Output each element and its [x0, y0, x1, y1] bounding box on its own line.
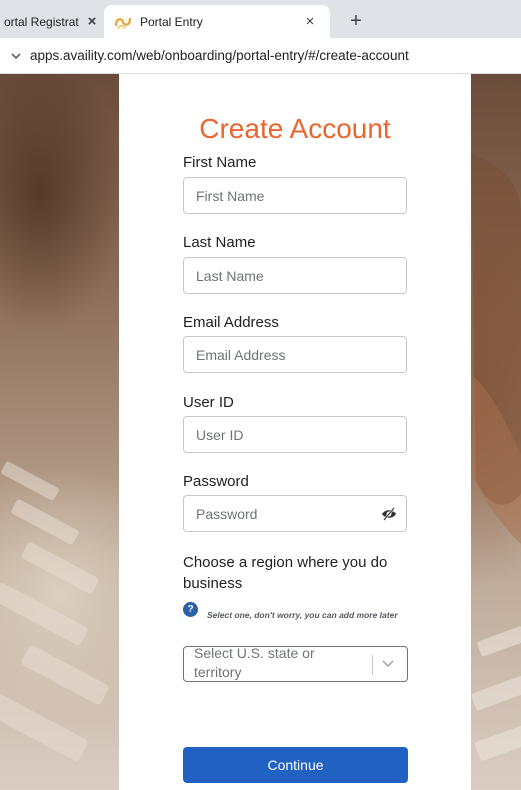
select-divider: [372, 655, 373, 675]
page-background: Create Account First Name Last Name Emai…: [0, 74, 521, 790]
first-name-field[interactable]: [183, 177, 407, 214]
browser-tab-bar: ortal Registrat × Portal Entry × +: [0, 0, 521, 38]
user-id-field[interactable]: [183, 416, 407, 453]
first-name-label: First Name: [183, 154, 257, 171]
user-id-input[interactable]: [184, 417, 406, 452]
chevron-down-icon[interactable]: [381, 659, 395, 669]
chevron-down-icon[interactable]: [10, 50, 22, 62]
region-label: Choose a region where you do business: [183, 554, 388, 592]
eye-slash-icon[interactable]: [381, 507, 397, 521]
first-name-input[interactable]: [184, 178, 406, 213]
last-name-label: Last Name: [183, 234, 256, 251]
region-select-placeholder: Select U.S. state or territory: [194, 646, 315, 680]
page-title: Create Account: [199, 112, 391, 144]
tab-title: ortal Registrat: [4, 14, 79, 29]
password-input[interactable]: [184, 496, 406, 531]
last-name-input[interactable]: [184, 258, 406, 293]
last-name-field[interactable]: [183, 257, 407, 294]
close-icon[interactable]: ×: [300, 12, 320, 32]
close-icon[interactable]: ×: [82, 12, 102, 32]
region-hint: Select one, don't worry, you can add mor…: [207, 610, 398, 620]
tab-portal-registration[interactable]: ortal Registrat ×: [0, 5, 104, 38]
password-label: Password: [183, 473, 249, 490]
tab-portal-entry[interactable]: Portal Entry ×: [104, 5, 330, 38]
availity-logo-icon: [114, 17, 132, 29]
url-text[interactable]: apps.availity.com/web/onboarding/portal-…: [30, 48, 409, 63]
email-address-field[interactable]: [183, 336, 407, 373]
email-input[interactable]: [184, 337, 406, 372]
new-tab-button[interactable]: +: [344, 10, 368, 34]
continue-button[interactable]: Continue: [183, 747, 408, 783]
user-id-label: User ID: [183, 394, 234, 411]
region-select[interactable]: Select U.S. state or territory: [183, 646, 408, 682]
create-account-card: Create Account First Name Last Name Emai…: [119, 74, 471, 790]
password-field[interactable]: [183, 495, 407, 532]
address-bar[interactable]: apps.availity.com/web/onboarding/portal-…: [0, 38, 521, 74]
tab-title: Portal Entry: [140, 14, 203, 29]
email-address-label: Email Address: [183, 314, 279, 331]
